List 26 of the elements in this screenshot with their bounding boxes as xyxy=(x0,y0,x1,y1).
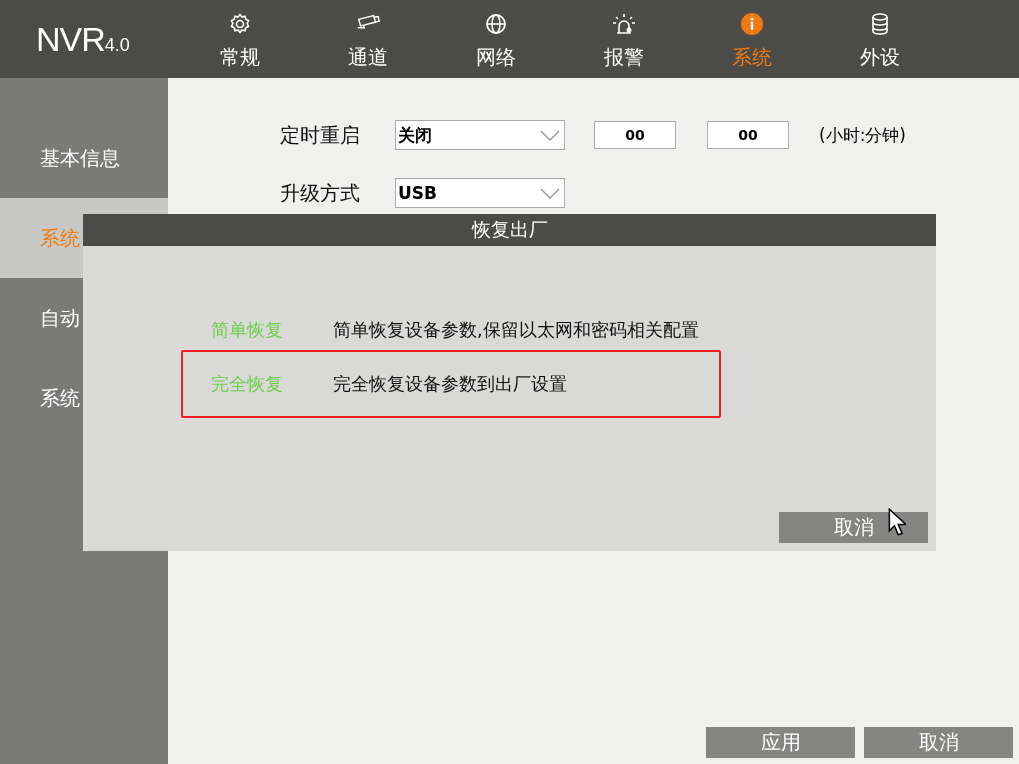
logo: NVR4.0 xyxy=(35,19,131,59)
globe-icon xyxy=(483,11,509,36)
hour-field[interactable]: 00 xyxy=(594,121,676,149)
info-icon xyxy=(739,11,765,36)
field-label: 定时重启 xyxy=(280,121,361,149)
action-button[interactable]: 应用 xyxy=(706,727,855,758)
unit-label: (小时:分钟) xyxy=(819,123,906,147)
chevron-icon xyxy=(540,129,560,141)
restore-option[interactable]: 简单恢复 简单恢复设备参数,保留以太网和密码相关配置 xyxy=(181,316,721,350)
sidebar-item[interactable]: 基本信息 xyxy=(0,118,168,198)
minute-field[interactable]: 00 xyxy=(707,121,789,149)
restore-option[interactable]: 完全恢复 完全恢复设备参数到出厂设置 xyxy=(181,350,721,418)
nav-tab[interactable]: 常规 xyxy=(176,7,304,71)
mouse-cursor-icon xyxy=(888,508,906,536)
nav-tab[interactable]: 报警 xyxy=(560,7,688,71)
alarm-light-icon xyxy=(611,11,637,36)
field-label: 升级方式 xyxy=(280,179,361,207)
nav-tab[interactable]: 网络 xyxy=(432,7,560,71)
dropdown[interactable]: 关闭 xyxy=(395,120,565,150)
dropdown[interactable]: USB xyxy=(395,178,565,208)
dialog-title: 恢复出厂 xyxy=(83,214,936,246)
cancel-button[interactable]: 取消 xyxy=(779,512,928,543)
action-button[interactable]: 取消 xyxy=(864,727,1013,758)
nav-tab[interactable]: 通道 xyxy=(304,7,432,71)
nav-tab[interactable]: 外设 xyxy=(816,7,944,71)
chevron-icon xyxy=(540,187,560,199)
